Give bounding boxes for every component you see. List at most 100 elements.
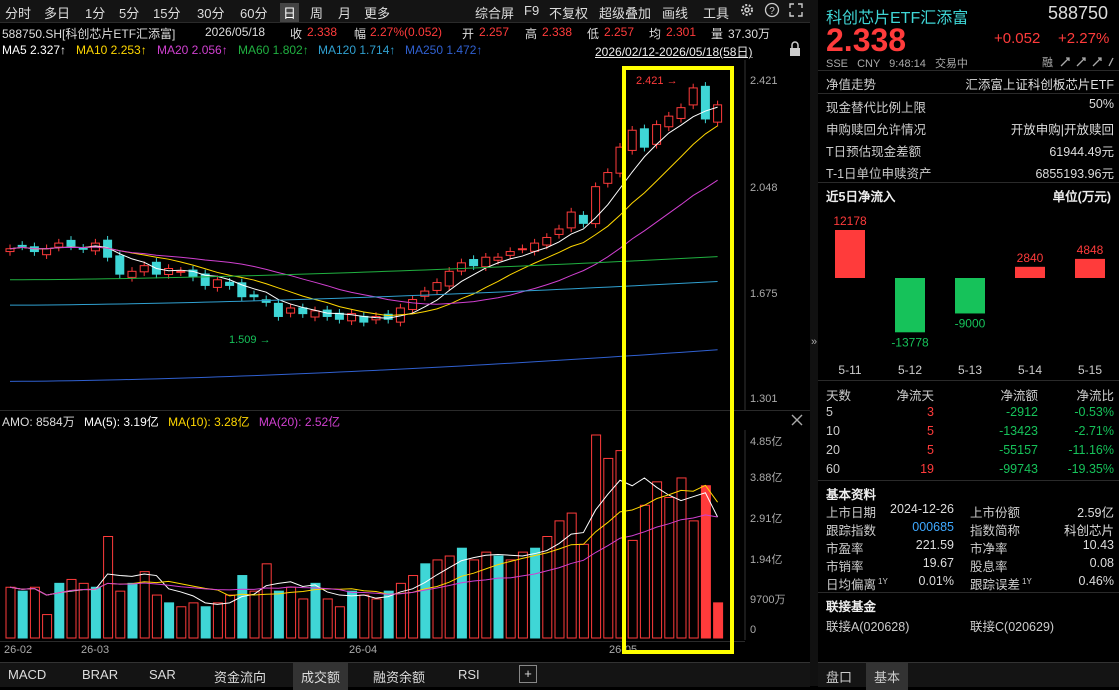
flow-table-row: 20 5 -55157 -11.16% (826, 443, 1114, 462)
basic-table: 上市日期 2024-12-26 上市份额 2.59亿 跟踪指数 000685 指数简称 科创芯… (826, 502, 1114, 592)
btn-overlay[interactable]: 超级叠加 (599, 3, 651, 22)
candle-body (66, 239, 76, 247)
candle (127, 267, 137, 282)
ma-legend: MA5 2.327↑ MA10 2.253↑ MA20 2.056↑ MA60 … (0, 41, 810, 60)
close-pane-icon[interactable] (790, 413, 804, 430)
btn-draw[interactable]: 画线 (662, 3, 688, 22)
icon-set[interactable] (1059, 54, 1115, 71)
tab-more[interactable]: 更多 (364, 3, 390, 22)
flow-table-row: 5 3 -2912 -0.53% (826, 405, 1114, 424)
candle-body (298, 307, 308, 315)
tab-margin[interactable]: 融资余额 (373, 667, 425, 686)
candle (5, 244, 15, 256)
link-c[interactable]: 联接C(020629) (970, 616, 1054, 635)
basic-row: 市盈率 221.59 市净率 10.43 (826, 538, 1114, 556)
info-date: 2026/05/18 (205, 25, 266, 39)
help-icon[interactable]: ? (764, 2, 780, 21)
candle-body (17, 244, 27, 247)
amo-ma10: MA(10): 3.28亿 (168, 415, 250, 429)
low-annotation-value: 1.509 (229, 334, 257, 346)
low-annotation: 1.509 → (229, 334, 271, 346)
basic-cell: 221.59 (915, 538, 954, 552)
tab-60min[interactable]: 60分 (240, 3, 267, 22)
collapse-icon[interactable]: » (811, 336, 817, 348)
tab-sar[interactable]: SAR (149, 667, 176, 682)
tab-month[interactable]: 月 (338, 3, 351, 22)
candle (517, 244, 527, 254)
basic-cell: 10.43 (1082, 538, 1114, 552)
flow-table: 天数 净流天 净流额 净流比 5 3 -2912 -0.53% 10 5 -13423 -2.… (826, 385, 1114, 481)
tab-day[interactable]: 日 (280, 3, 300, 22)
candle-body (5, 248, 15, 253)
date-tick-1: 26-02 (4, 644, 33, 656)
btn-f9[interactable]: F9 (524, 3, 539, 18)
tab-brar[interactable]: BRAR (82, 667, 118, 682)
row-label: T日预估现金差额 (826, 145, 922, 159)
volume-bar (481, 551, 492, 639)
candle-body (456, 262, 466, 272)
add-indicator-button[interactable]: + (519, 665, 537, 683)
candle (237, 278, 247, 301)
candle-body (54, 242, 64, 248)
candle-body (542, 236, 552, 246)
candle (176, 267, 186, 277)
candle (188, 265, 198, 282)
tab-multiday[interactable]: 多日 (44, 3, 70, 22)
date-range[interactable]: 2026/02/12-2026/05/18(58日) (595, 43, 752, 60)
inflow-date: 5-13 (958, 363, 982, 377)
tab-fenshi[interactable]: 分时 (5, 3, 31, 22)
link-a[interactable]: 联接A(020628) (826, 616, 909, 635)
volume-bar (261, 563, 272, 639)
candle (347, 309, 357, 326)
candle-body (432, 282, 442, 291)
expand-icon[interactable] (788, 2, 804, 21)
tab-5min[interactable]: 5分 (119, 3, 139, 22)
candle-body (310, 310, 320, 318)
flow-table-row: 10 5 -13423 -2.71% (826, 424, 1114, 443)
tab-15min[interactable]: 15分 (153, 3, 180, 22)
candle-body (530, 242, 540, 252)
basic-cell[interactable]: 000685 (912, 520, 954, 534)
amo-ma20: MA(20): 2.52亿 (258, 415, 341, 429)
candle-body (481, 256, 491, 268)
basic-cell: 0.46% (1078, 574, 1114, 588)
btn-tools[interactable]: 工具 (703, 3, 729, 22)
tab-macd[interactable]: MACD (8, 667, 46, 682)
candle-body (517, 248, 527, 251)
volume-bar (249, 590, 260, 639)
candle (432, 278, 442, 295)
lock-icon[interactable] (788, 41, 802, 60)
row-value: 6855193.96元 (1035, 167, 1114, 181)
flow-cell: -19.35% (1067, 462, 1114, 476)
inflow-date: 5-14 (1018, 363, 1042, 377)
volume-bar (432, 559, 443, 639)
nav-row[interactable]: 净值走势 汇添富上证科创板芯片ETF (826, 74, 1114, 94)
volume-bar (310, 582, 321, 639)
btn-no-adjust[interactable]: 不复权 (549, 3, 588, 22)
volume-bar (151, 594, 162, 639)
vol-tick-3: 2.91亿 (750, 513, 783, 525)
volume-bar (127, 582, 138, 639)
volume-bar (103, 536, 114, 639)
tab-30min[interactable]: 30分 (197, 3, 224, 22)
tab-rsi[interactable]: RSI (458, 667, 480, 682)
gear-icon[interactable] (739, 2, 755, 21)
quick-action-icons (1060, 57, 1114, 67)
flow-cell: -2.71% (1074, 424, 1114, 438)
ma20-legend: MA20 2.056↑ (157, 43, 228, 57)
volume-bar (408, 575, 419, 639)
quote-time: 9:48:14 (889, 58, 926, 70)
vol-tick-4: 1.94亿 (750, 554, 783, 566)
candle-body (249, 294, 259, 298)
sep-6 (818, 592, 1119, 593)
open-label: 开 (462, 27, 475, 41)
volume-bar (298, 598, 309, 639)
candle (78, 244, 88, 253)
tab-1min[interactable]: 1分 (85, 3, 105, 22)
btn-composite[interactable]: 综合屏 (475, 3, 514, 22)
candle-body (408, 299, 418, 310)
tab-week[interactable]: 周 (310, 3, 323, 22)
row-label: T-1日单位申赎资产 (826, 167, 932, 181)
tab-fund-flow[interactable]: 资金流向 (214, 667, 266, 686)
tab-order-book[interactable]: 盘口 (826, 667, 852, 686)
